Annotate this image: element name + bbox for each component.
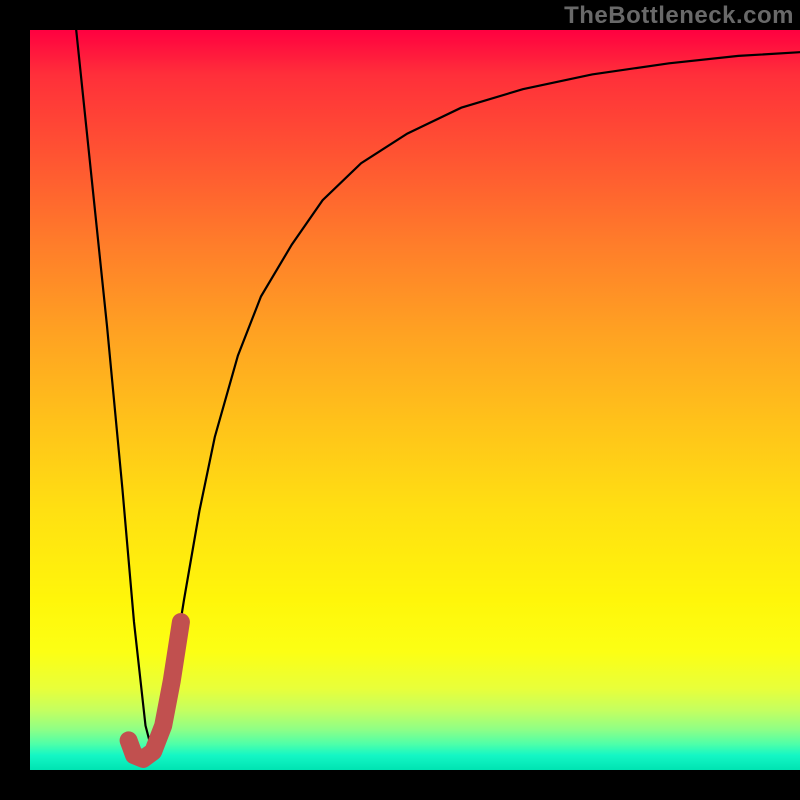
chart-frame: TheBottleneck.com xyxy=(0,0,800,800)
plot-area xyxy=(30,30,800,770)
watermark-text: TheBottleneck.com xyxy=(564,2,794,30)
curve-layer xyxy=(30,30,800,770)
